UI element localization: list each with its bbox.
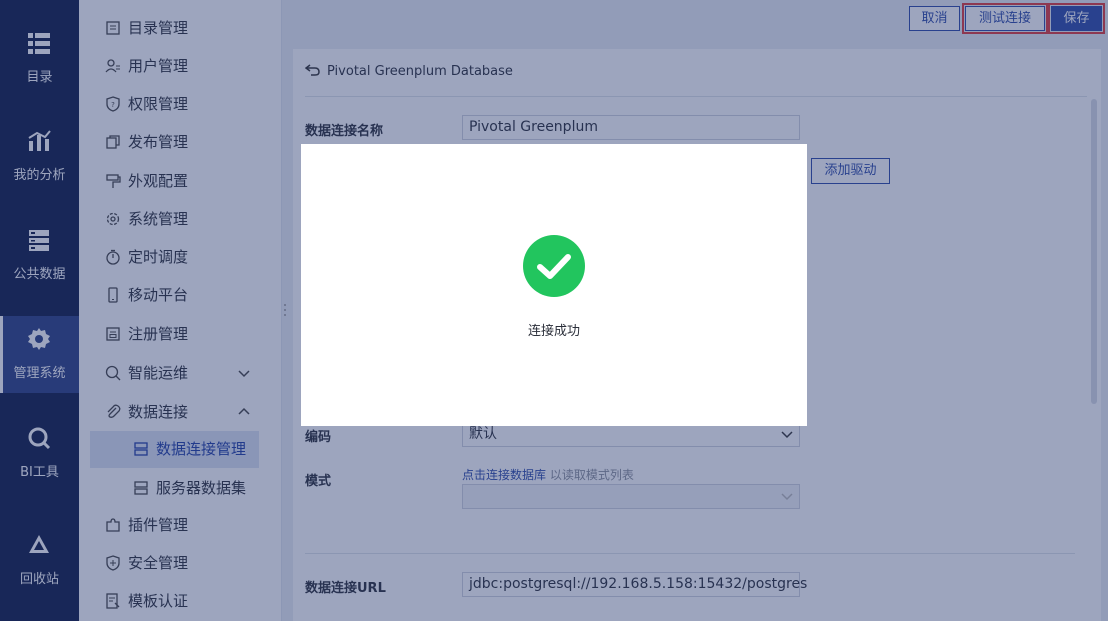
success-check-icon xyxy=(523,235,585,297)
success-dialog: 连接成功 xyxy=(301,144,807,426)
success-message: 连接成功 xyxy=(527,324,580,339)
